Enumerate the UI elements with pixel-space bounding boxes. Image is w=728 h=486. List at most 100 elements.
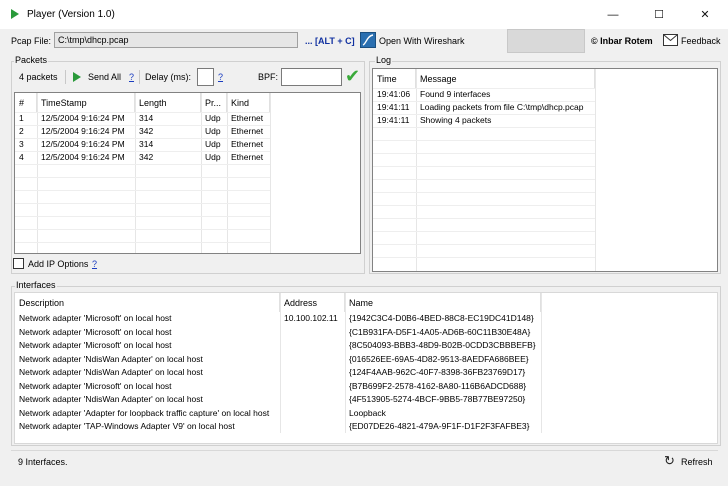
- interface-row[interactable]: Network adapter 'Microsoft' on local hos…: [15, 380, 717, 393]
- interface-row[interactable]: Network adapter 'NdisWan Adapter' on loc…: [15, 366, 717, 379]
- packet-length: 342: [139, 152, 154, 162]
- grid-line: [15, 125, 270, 126]
- interface-address: [280, 380, 345, 393]
- interface-address: [280, 407, 345, 420]
- title-bar: Player (Version 1.0) — ☐ ✕: [0, 0, 728, 29]
- packet-protocol: Udp: [205, 113, 221, 123]
- bpf-label: BPF:: [258, 72, 279, 82]
- column-header-description[interactable]: Description: [15, 293, 280, 312]
- interface-name: {C1B931FA-D5F1-4A05-AD6B-60C11B30E48A}: [349, 326, 531, 337]
- log-row[interactable]: 19:41:06 Found 9 interfaces: [373, 88, 717, 101]
- column-header-number[interactable]: #: [15, 93, 37, 112]
- packets-toolbar: 4 packets Send All ? Delay (ms): ? BPF: …: [15, 67, 363, 87]
- feedback-link[interactable]: Feedback: [681, 36, 721, 46]
- packet-row[interactable]: 4 12/5/2004 9:16:24 PM 342 Udp Ethernet: [15, 151, 360, 164]
- toolbar-separator: [65, 70, 66, 84]
- interface-address: [280, 339, 345, 352]
- grid-line: [373, 192, 595, 193]
- delay-help-link[interactable]: ?: [218, 72, 223, 82]
- toolbar-separator: [139, 70, 140, 84]
- mail-icon[interactable]: [663, 34, 678, 46]
- log-row[interactable]: 19:41:11 Showing 4 packets: [373, 114, 717, 127]
- interface-row[interactable]: Network adapter 'Adapter for loopback tr…: [15, 407, 717, 420]
- interface-name: {1942C3C4-D0B6-4BED-88C8-EC19DC41D148}: [349, 313, 534, 323]
- grid-line: [15, 242, 270, 243]
- maximize-button[interactable]: ☐: [636, 0, 682, 29]
- apply-bpf-check-icon[interactable]: ✔: [345, 67, 360, 85]
- log-grid-header: Time Message: [373, 69, 717, 88]
- delay-input[interactable]: [197, 68, 214, 86]
- interface-row[interactable]: Network adapter 'Microsoft' on local hos…: [15, 326, 717, 339]
- interface-row[interactable]: Network adapter 'Microsoft' on local hos…: [15, 339, 717, 352]
- column-header-time[interactable]: Time: [373, 69, 416, 88]
- refresh-icon[interactable]: ↻: [664, 453, 675, 469]
- packets-grid[interactable]: # TimeStamp Length Pr... Kind 1 12/5/200…: [14, 92, 361, 254]
- pcap-file-field[interactable]: C:\tmp\dhcp.pcap: [54, 32, 298, 48]
- refresh-button[interactable]: Refresh: [681, 457, 713, 467]
- grid-line: [15, 203, 270, 204]
- column-header-kind[interactable]: Kind: [227, 93, 270, 112]
- interface-row[interactable]: Network adapter 'NdisWan Adapter' on loc…: [15, 393, 717, 406]
- column-header-message[interactable]: Message: [416, 69, 595, 88]
- interface-description: Network adapter 'TAP-Windows Adapter V9'…: [19, 421, 235, 431]
- grid-line: [373, 218, 595, 219]
- grid-line: [15, 229, 270, 230]
- column-header-name[interactable]: Name: [345, 293, 541, 312]
- column-header-length[interactable]: Length: [135, 93, 201, 112]
- packet-timestamp: 12/5/2004 9:16:24 PM: [41, 113, 125, 123]
- interface-description: Network adapter 'Microsoft' on local hos…: [19, 340, 172, 350]
- log-message: Loading packets from file C:\tmp\dhcp.pc…: [420, 102, 584, 112]
- delay-label: Delay (ms):: [145, 72, 192, 82]
- interface-row[interactable]: Network adapter 'TAP-Windows Adapter V9'…: [15, 420, 717, 433]
- interface-description: Network adapter 'Microsoft' on local hos…: [19, 326, 172, 337]
- copyright-label: © Inbar Rotem: [591, 36, 653, 46]
- grid-line: [15, 151, 270, 152]
- log-group-title: Log: [375, 55, 393, 65]
- packet-length: 342: [139, 126, 154, 136]
- add-ip-options-help-link[interactable]: ?: [92, 259, 97, 269]
- grid-line: [373, 153, 595, 154]
- interface-row[interactable]: Network adapter 'Microsoft' on local hos…: [15, 312, 717, 325]
- packet-protocol: Udp: [205, 139, 221, 149]
- packet-protocol: Udp: [205, 152, 221, 162]
- packet-protocol: Udp: [205, 126, 221, 136]
- interface-name: {016526EE-69A5-4D82-9513-8AEDFA686BEE}: [349, 353, 529, 364]
- grid-line: [373, 244, 595, 245]
- packet-row[interactable]: 1 12/5/2004 9:16:24 PM 314 Udp Ethernet: [15, 112, 360, 125]
- grid-line: [15, 138, 270, 139]
- wireshark-icon[interactable]: [360, 32, 376, 48]
- packet-row[interactable]: 2 12/5/2004 9:16:24 PM 342 Udp Ethernet: [15, 125, 360, 138]
- packets-group-title: Packets: [14, 55, 49, 65]
- column-header-address[interactable]: Address: [280, 293, 345, 312]
- close-button[interactable]: ✕: [682, 0, 728, 29]
- log-row[interactable]: 19:41:11 Loading packets from file C:\tm…: [373, 101, 717, 114]
- browse-hotkey-link[interactable]: ... [ALT + C]: [305, 36, 355, 46]
- grid-line: [373, 231, 595, 232]
- window-title: Player (Version 1.0): [27, 9, 115, 20]
- minimize-button[interactable]: —: [590, 0, 636, 29]
- interfaces-grid-header: Description Address Name: [15, 293, 717, 312]
- packet-number: 4: [19, 152, 24, 162]
- grid-line: [15, 164, 270, 165]
- interfaces-grid[interactable]: Description Address Name Network adapter…: [14, 292, 718, 444]
- grid-line: [373, 101, 595, 102]
- interface-address: 10.100.102.11: [284, 313, 338, 323]
- interface-description: Network adapter 'Microsoft' on local hos…: [19, 380, 172, 391]
- log-grid[interactable]: Time Message 19:41:06 Found 9 interfaces…: [372, 68, 718, 272]
- grid-line: [373, 88, 595, 89]
- interface-description: Network adapter 'NdisWan Adapter' on loc…: [19, 353, 203, 364]
- bpf-input[interactable]: [281, 68, 342, 86]
- send-all-button[interactable]: Send All: [88, 72, 121, 82]
- interface-address: [280, 353, 345, 366]
- packet-row[interactable]: 3 12/5/2004 9:16:24 PM 314 Udp Ethernet: [15, 138, 360, 151]
- column-header-protocol[interactable]: Pr...: [201, 93, 227, 112]
- add-ip-options-checkbox[interactable]: [13, 258, 24, 269]
- interface-address: [280, 393, 345, 406]
- column-header-timestamp[interactable]: TimeStamp: [37, 93, 135, 112]
- send-all-play-icon[interactable]: [73, 72, 81, 82]
- send-all-help-link[interactable]: ?: [129, 72, 134, 82]
- open-with-wireshark-button[interactable]: Open With Wireshark: [379, 36, 465, 46]
- packet-count-label: 4 packets: [19, 72, 58, 82]
- interface-row[interactable]: Network adapter 'NdisWan Adapter' on loc…: [15, 353, 717, 366]
- add-ip-options-label[interactable]: Add IP Options: [28, 259, 88, 269]
